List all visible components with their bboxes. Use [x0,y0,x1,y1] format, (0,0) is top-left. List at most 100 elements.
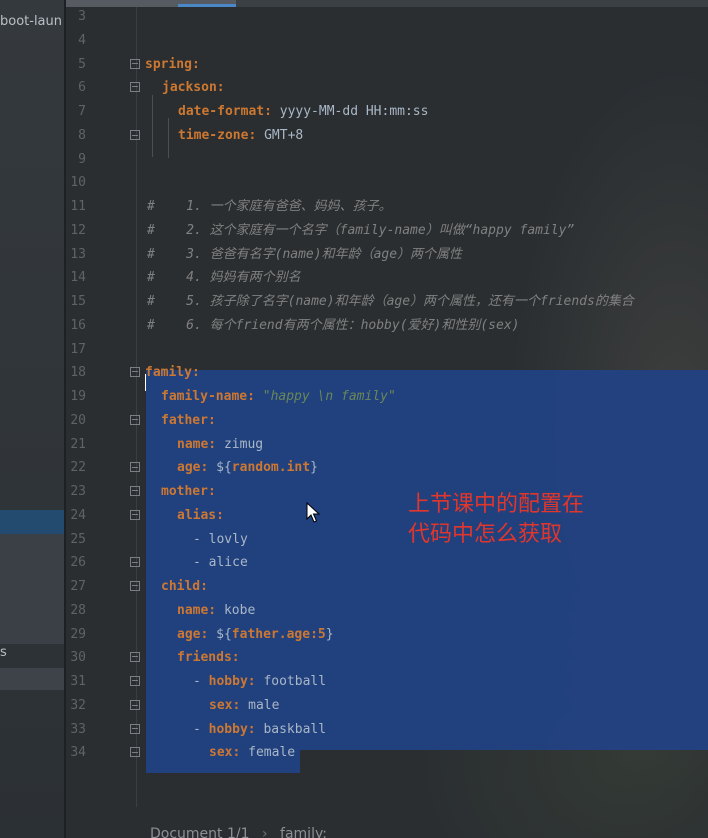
project-tree-item[interactable]: boot-laun [0,14,62,29]
code-line[interactable]: 28 name: kobe [66,599,708,622]
code-line[interactable]: 20 father: [66,409,708,432]
yaml-key: hobby: [208,674,256,689]
list-dash: - [193,555,209,570]
fold-end-icon[interactable] [130,557,140,567]
fold-collapse-icon[interactable] [130,367,140,377]
line-number: 25 [70,532,86,547]
code-content: # 2. 这个家庭有一个名字（family-name）叫做“happy fami… [147,219,574,242]
code-line[interactable]: 24 alias: [66,504,708,527]
line-number: 17 [70,342,86,357]
yaml-key: age: [177,627,209,642]
line-number: 33 [70,722,86,737]
yaml-key: sex: [209,698,241,713]
code-line[interactable]: 15 # 5. 孩子除了名字(name)和年龄（age）两个属性，还有一个frie… [66,290,708,313]
code-line[interactable]: 6 jackson: [66,76,708,99]
code-line[interactable]: 27 child: [66,575,708,598]
line-number: 19 [70,389,86,404]
fold-collapse-icon[interactable] [130,59,140,69]
code-line[interactable]: 18 family: [66,361,708,384]
code-line[interactable]: 25 - lovly [66,528,708,551]
yaml-value: male [240,698,280,713]
fold-end-icon[interactable] [130,130,140,140]
code-content: name: kobe [177,599,255,622]
code-line[interactable]: 30 friends: [66,646,708,669]
project-tool-window: boot-laun s [0,0,64,838]
line-number: 28 [70,603,86,618]
yaml-key: father: [161,413,216,428]
fold-collapse-icon[interactable] [130,415,140,425]
line-number: 9 [78,152,86,167]
code-content: child: [161,575,208,598]
code-content: # 1. 一个家庭有爸爸、妈妈、孩子。 [147,195,392,218]
list-dash: - [193,674,209,689]
line-number: 7 [78,104,86,119]
line-number: 10 [70,175,86,190]
code-line[interactable]: 13 # 3. 爸爸有名字(name)和年龄（age）两个属性 [66,243,708,266]
yaml-value: baskball [255,722,327,737]
project-tree-item-label[interactable]: s [0,645,7,660]
comment-text: # 3. 爸爸有名字(name)和年龄（age）两个属性 [147,247,463,262]
comment-text: # 5. 孩子除了名字(name)和年龄（age）两个属性，还有一个friend… [147,294,634,309]
fold-collapse-icon[interactable] [130,82,140,92]
code-line[interactable]: 14 # 4. 妈妈有两个别名 [66,266,708,289]
status-path[interactable]: family: [280,826,327,838]
code-editor[interactable]: 3 4 5 spring: 6 jackson: 7 date-format: yyyy-MM… [66,0,708,838]
code-content: time-zone: GMT+8 [178,124,303,147]
yaml-key: sex: [209,745,241,760]
fold-collapse-icon[interactable] [130,652,140,662]
code-content: family-name: "happy \n family" [161,385,396,408]
code-line[interactable]: 17 [66,338,708,361]
code-line[interactable]: 19 family-name: "happy \n family" [66,385,708,408]
yaml-value: lovly [208,532,248,547]
code-line[interactable]: 9 [66,148,708,171]
yaml-key: spring: [145,57,200,72]
code-line[interactable]: 26 - alice [66,551,708,574]
code-line[interactable]: 11 # 1. 一个家庭有爸爸、妈妈、孩子。 [66,195,708,218]
status-breadcrumb: Document 1/1 › family: [150,826,327,838]
placeholder-key: father.age:5 [231,627,326,642]
code-line[interactable]: 16 # 6. 每个friend有两个属性：hobby(爱好)和性别(sex) [66,314,708,337]
code-line[interactable]: 12 # 2. 这个家庭有一个名字（family-name）叫做“happy fa… [66,219,708,242]
fold-end-icon[interactable] [130,747,140,757]
fold-end-icon[interactable] [130,700,140,710]
code-line[interactable]: 21 name: zimug [66,433,708,456]
code-line[interactable]: 8 time-zone: GMT+8 [66,124,708,147]
line-number: 6 [78,80,86,95]
yaml-key: name: [177,603,217,618]
list-dash: - [193,722,209,737]
code-content: sex: female [209,741,295,764]
code-line[interactable]: 5 spring: [66,53,708,76]
line-number: 32 [70,698,86,713]
code-line[interactable]: 32 sex: male [66,694,708,717]
code-line[interactable]: 7 date-format: yyyy-MM-dd HH:mm:ss [66,100,708,123]
code-content: jackson: [162,76,225,99]
line-number: 34 [70,745,86,760]
code-line[interactable]: 34 sex: female [66,741,708,764]
code-line[interactable]: 29 age: ${father.age:5} [66,623,708,646]
code-content: alias: [177,504,224,527]
code-line[interactable]: 4 [66,29,708,52]
code-line[interactable]: 33 - hobby: baskball [66,718,708,741]
code-line[interactable]: 3 [66,5,708,28]
fold-collapse-icon[interactable] [130,510,140,520]
code-content: # 6. 每个friend有两个属性：hobby(爱好)和性别(sex) [147,314,520,337]
code-line[interactable]: 23 mother: [66,480,708,503]
code-line[interactable]: 31 - hobby: football [66,670,708,693]
placeholder-key: random.int [231,460,311,475]
code-line[interactable]: 22 age: ${random.int} [66,456,708,479]
fold-end-icon[interactable] [130,462,140,472]
status-document[interactable]: Document 1/1 [150,826,250,838]
fold-collapse-icon[interactable] [130,676,140,686]
code-line[interactable]: 10 [66,171,708,194]
line-number: 13 [70,247,86,262]
list-dash: - [193,532,209,547]
fold-collapse-icon[interactable] [130,486,140,496]
code-content: # 4. 妈妈有两个别名 [147,266,301,289]
line-number: 14 [70,270,86,285]
project-tree-row[interactable] [0,668,64,690]
project-tree-selected-row[interactable] [0,510,64,534]
red-annotation-text: 上节课中的配置在 代码中怎么获取 [408,490,584,550]
fold-collapse-icon[interactable] [130,581,140,591]
code-content: age: ${father.age:5} [177,623,334,646]
fold-collapse-icon[interactable] [130,724,140,734]
